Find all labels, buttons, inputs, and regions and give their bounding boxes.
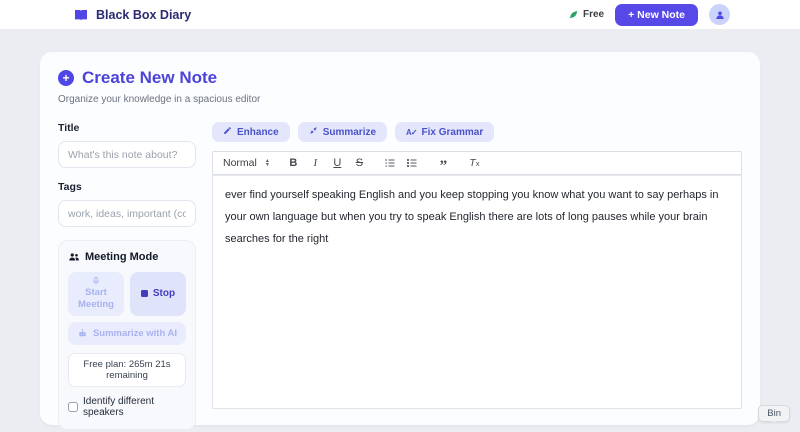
shrink-arrows-icon xyxy=(309,126,318,138)
fix-grammar-button[interactable]: A✓ Fix Grammar xyxy=(395,122,495,142)
editor-toolbar: Normal ▴ ▾ B I U S ” T x xyxy=(212,151,742,175)
summarize-button[interactable]: Summarize xyxy=(297,122,388,142)
stop-icon xyxy=(140,290,148,298)
spellcheck-icon: A✓ xyxy=(406,127,417,137)
strikethrough-button[interactable]: S xyxy=(350,153,369,173)
title-label: Title xyxy=(58,122,80,134)
ordered-list-button[interactable] xyxy=(381,153,400,173)
bin-button[interactable]: Bin xyxy=(758,405,790,422)
page-subtitle: Organize your knowledge in a spacious ed… xyxy=(58,94,261,105)
create-note-card: + Create New Note Organize your knowledg… xyxy=(40,52,760,430)
italic-button[interactable]: I xyxy=(306,153,325,173)
meeting-buttons: Start Meeting Stop xyxy=(68,272,186,316)
app-logo: Black Box Diary xyxy=(73,7,191,23)
select-arrows-icon: ▴ ▾ xyxy=(265,157,269,168)
enhance-button[interactable]: Enhance xyxy=(212,122,290,142)
app-header: Black Box Diary Free + New Note xyxy=(0,0,800,30)
plan-status: Free plan: 265m 21s remaining xyxy=(68,352,186,387)
start-meeting-label: Start Meeting xyxy=(78,287,114,311)
editor-column: Enhance Summarize A✓ Fix Grammar Normal … xyxy=(212,120,742,409)
plan-badge-label: Free xyxy=(582,9,605,20)
title-input[interactable] xyxy=(58,141,196,168)
underline-button[interactable]: U xyxy=(328,153,347,173)
note-editor[interactable]: ever find yourself speaking English and … xyxy=(212,175,742,409)
ai-actions-row: Enhance Summarize A✓ Fix Grammar xyxy=(212,122,742,142)
speakers-checkbox-label: Identify different speakers xyxy=(83,395,154,418)
content-row: Title Tags Meeting xyxy=(58,120,742,430)
header-actions: Free + New Note xyxy=(568,3,730,26)
users-icon xyxy=(68,251,80,263)
enhance-label: Enhance xyxy=(237,126,279,138)
book-logo-icon xyxy=(73,7,89,23)
meeting-mode-header: Meeting Mode xyxy=(68,251,186,263)
bold-button[interactable]: B xyxy=(284,153,303,173)
ordered-list-icon xyxy=(384,157,396,169)
stop-label: Stop xyxy=(152,288,176,300)
fix-grammar-label: Fix Grammar xyxy=(421,126,484,138)
format-select[interactable]: Normal ▴ ▾ xyxy=(223,157,269,169)
user-icon xyxy=(714,9,726,21)
bullet-list-button[interactable] xyxy=(403,153,422,173)
summarize-label: Summarize xyxy=(322,126,377,138)
meeting-mode-title: Meeting Mode xyxy=(85,251,159,263)
speakers-checkbox[interactable] xyxy=(68,401,78,412)
page-title: Create New Note xyxy=(82,68,218,87)
tags-label: Tags xyxy=(58,181,82,193)
note-text: ever find yourself speaking English and … xyxy=(225,189,719,245)
robot-icon xyxy=(77,328,88,339)
title-field: Title xyxy=(58,122,196,168)
identify-speakers-row[interactable]: Identify different speakers xyxy=(68,396,186,418)
leaf-icon xyxy=(568,9,579,20)
bullet-list-icon xyxy=(406,157,418,169)
new-note-button[interactable]: + New Note xyxy=(615,3,698,26)
mic-icon xyxy=(91,276,101,286)
app-title: Black Box Diary xyxy=(96,7,192,22)
pen-icon xyxy=(223,126,232,138)
clear-format-button[interactable]: Tx xyxy=(465,153,484,173)
meeting-mode-panel: Meeting Mode Start Meeting Stop Summariz… xyxy=(58,240,196,430)
summarize-with-ai-button[interactable]: Summarize with AI xyxy=(68,321,186,345)
tags-input[interactable] xyxy=(58,200,196,227)
stop-button[interactable]: Stop xyxy=(130,272,186,316)
summarize-ai-label: Summarize with AI xyxy=(92,327,178,339)
note-sidebar: Title Tags Meeting xyxy=(58,120,196,430)
format-select-value: Normal xyxy=(223,157,257,169)
plan-badge: Free xyxy=(568,9,604,20)
card-header: + Create New Note xyxy=(58,68,742,88)
avatar[interactable] xyxy=(709,4,730,25)
tags-field: Tags xyxy=(58,181,196,227)
start-meeting-button[interactable]: Start Meeting xyxy=(68,272,124,316)
plus-circle-icon: + xyxy=(58,70,74,86)
blockquote-button[interactable]: ” xyxy=(434,153,453,174)
